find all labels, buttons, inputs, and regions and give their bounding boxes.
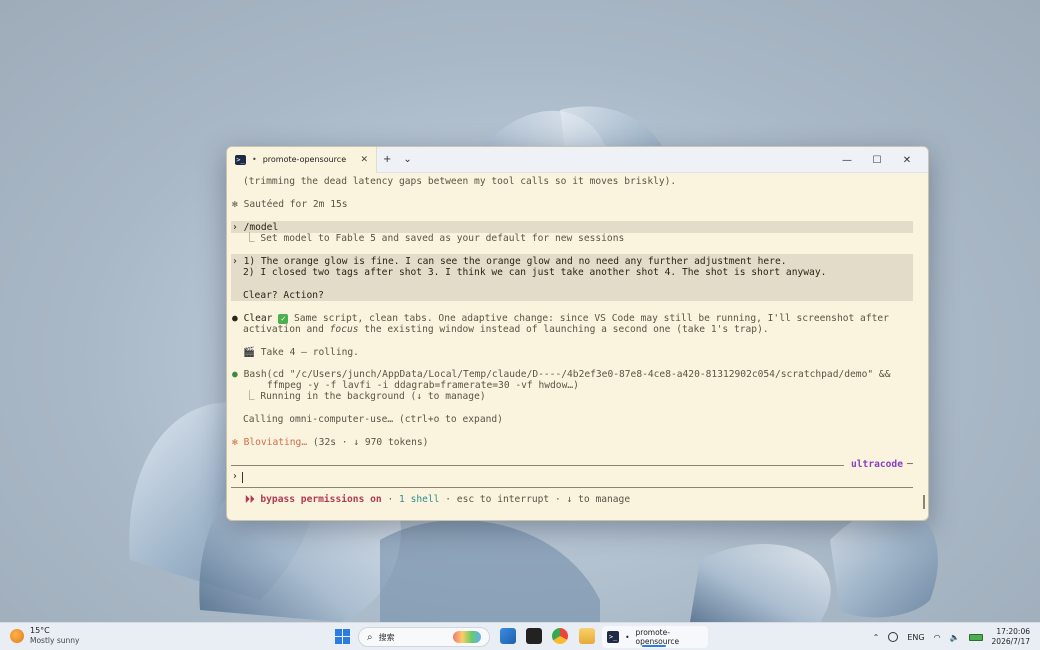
clear-rest: Same script, clean tabs. One adaptive ch… [294, 313, 889, 324]
terminal-app-icon: >_ [607, 631, 620, 643]
bash-call-line: ● Bash(cd "/c/Users/junch/AppData/Local/… [232, 369, 890, 380]
spinner-icon: ✻ [232, 437, 238, 448]
input-prompt-icon: › [232, 471, 238, 482]
output-line: (trimming the dead latency gaps between … [243, 176, 677, 187]
bullet-icon: ● [232, 313, 238, 324]
tab-dropdown-button[interactable]: ⌄ [397, 154, 417, 165]
bloviating-line: ✻ Bloviating… (32s · ↓ 970 tokens) [232, 437, 428, 448]
clock[interactable]: 17:20:06 2026/7/17 [992, 627, 1030, 647]
bash-result-line: ⎿ Running in the background (↓ to manage… [245, 391, 486, 402]
bash-command: Bash(cd "/c/Users/junch/AppData/Local/Te… [243, 369, 891, 380]
status-line: ✻ Sautéed for 2m 15s [232, 199, 348, 210]
new-tab-button[interactable]: + [377, 154, 397, 165]
close-window-button[interactable]: ✕ [892, 155, 922, 166]
input-top-border [231, 465, 844, 466]
search-highlight-icon [453, 631, 481, 643]
separator-dot: · [445, 494, 452, 505]
esc-hint: esc to interrupt [456, 494, 550, 505]
bypass-permissions[interactable]: bypass permissions on [260, 494, 381, 505]
sauteed-text: Sautéed for 2m 15s [243, 199, 348, 210]
model-result: Set model to Fable 5 and saved as your d… [260, 233, 625, 244]
command-highlight [231, 221, 913, 233]
take4-line: 🎬 Take 4 — rolling. [243, 347, 359, 358]
result-corner-icon: ⎿ [245, 233, 255, 244]
battery-icon[interactable] [968, 633, 983, 641]
file-explorer-icon[interactable] [579, 628, 595, 644]
bullet-icon: ● [232, 369, 238, 380]
scrollbar-thumb[interactable] [923, 495, 925, 509]
active-app-dot: • [625, 632, 630, 642]
wifi-icon[interactable]: ◠ [934, 633, 941, 642]
bash-command-cont: ffmpeg -y -f lavfi -i ddagrab=framerate=… [267, 380, 579, 391]
manage-hint: ↓ to manage [566, 494, 631, 505]
brand-label: ultracode [851, 459, 903, 470]
clock-time: 17:20:06 [996, 627, 1030, 636]
clear-word: Clear [243, 313, 273, 324]
input-bottom-border [231, 487, 913, 488]
user-line-3: Clear? Action? [243, 290, 324, 301]
search-icon: ⌕ [367, 631, 373, 643]
bypass-arrows-icon: ⏵⏵ [245, 494, 255, 505]
calling-tool-line[interactable]: Calling omni-computer-use… (ctrl+o to ex… [243, 414, 503, 425]
result-corner-icon: ⎿ [245, 391, 255, 402]
asterisk-icon: ✻ [232, 199, 238, 210]
weather-widget[interactable]: 15°C Mostly sunny [10, 626, 79, 646]
model-command-line: › /model [232, 222, 278, 233]
model-result-line: ⎿ Set model to Fable 5 and saved as your… [245, 233, 624, 244]
active-app-title: promote-opensource [635, 628, 680, 646]
terminal-window[interactable]: >_ • promote-opensource ✕ + ⌄ — ☐ ✕ (tri… [226, 146, 929, 521]
assistant-reply-line: ● Clear ✓ Same script, clean tabs. One a… [232, 313, 889, 324]
active-indicator [642, 645, 666, 647]
system-tray: ⌃ ENG ◠ 🔈 17:20:06 2026/7/17 [873, 623, 1030, 650]
text-cursor [242, 472, 243, 483]
temperature: 15°C [30, 626, 50, 635]
sun-icon [10, 629, 24, 643]
tab-activity-dot: • [252, 155, 257, 164]
bash-result: Running in the background (↓ to manage) [260, 391, 486, 402]
user-line-2: 2) I closed two tags after shot 3. I thi… [243, 267, 827, 278]
taskbar-search[interactable]: ⌕ 搜索 [358, 627, 490, 647]
maximize-button[interactable]: ☐ [862, 155, 892, 166]
separator-dot: · [387, 494, 394, 505]
bloviating-text: Bloviating… [243, 437, 308, 448]
start-button[interactable] [335, 629, 350, 644]
reply-text-b: the existing window instead of launching… [358, 324, 769, 335]
tab-promote-opensource[interactable]: >_ • promote-opensource ✕ [227, 147, 377, 173]
reply-text-a: activation and [243, 324, 330, 335]
tab-title: promote-opensource [262, 155, 347, 164]
search-placeholder: 搜索 [378, 632, 395, 642]
assistant-reply-line-2: activation and focus the existing window… [243, 324, 769, 335]
close-tab-icon[interactable]: ✕ [360, 155, 368, 165]
terminal-content[interactable]: (trimming the dead latency gaps between … [227, 173, 928, 520]
language-indicator[interactable]: ENG [907, 633, 924, 642]
checkmark-icon: ✓ [278, 314, 289, 324]
show-hidden-icons-chevron-icon[interactable]: ⌃ [873, 633, 880, 642]
brand-dash: ─ [907, 459, 913, 470]
clock-app-icon[interactable] [888, 632, 899, 642]
title-bar[interactable]: >_ • promote-opensource ✕ + ⌄ — ☐ ✕ [227, 147, 928, 173]
user-line-1: 1) The orange glow is fine. I can see th… [243, 256, 787, 267]
bloviating-meta: (32s · ↓ 970 tokens) [312, 437, 429, 448]
status-bar-line: ⏵⏵ bypass permissions on · 1 shell · esc… [245, 494, 630, 505]
clock-date: 2026/7/17 [991, 637, 1030, 646]
take4-text: Take 4 — rolling. [260, 347, 359, 358]
prompt-chevron-icon: › [232, 256, 238, 267]
user-message-line: › 1) The orange glow is fine. I can see … [232, 256, 787, 267]
weather-condition: Mostly sunny [30, 636, 80, 645]
taskbar: 15°C Mostly sunny ⌕ 搜索 >_ • promote-open… [0, 622, 1040, 650]
copilot-icon[interactable] [500, 628, 516, 644]
chrome-icon[interactable] [552, 628, 568, 644]
prompt-chevron-icon: › [232, 222, 238, 233]
taskbar-terminal-app[interactable]: >_ • promote-opensource [602, 626, 708, 648]
reply-emphasis: focus [329, 324, 359, 335]
minimize-button[interactable]: — [832, 155, 862, 166]
shell-count[interactable]: 1 shell [399, 494, 439, 505]
powershell-icon: >_ [235, 154, 246, 165]
separator-dot: · [555, 494, 561, 505]
windows-logo-icon [335, 629, 342, 636]
clapper-icon: 🎬 [243, 347, 255, 358]
volume-icon[interactable]: 🔈 [950, 633, 960, 642]
dark-app-icon[interactable] [526, 628, 542, 644]
model-command: /model [243, 222, 279, 233]
